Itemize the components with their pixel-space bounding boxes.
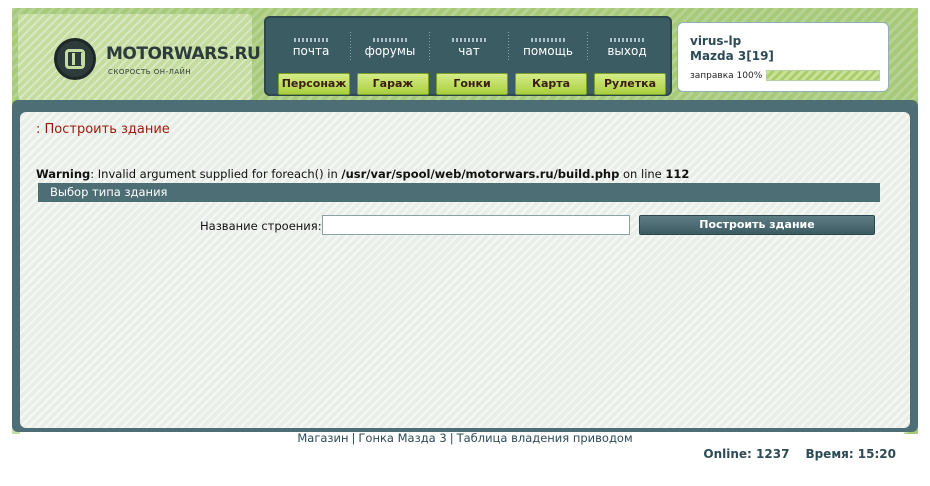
nav-logout-link[interactable]: выход xyxy=(588,22,666,66)
section-title: Выбор типа здания xyxy=(50,185,168,199)
nav-character-button[interactable]: Персонаж xyxy=(278,73,350,95)
page-frame: MOTORWARS.RU СКОРОСТЬ ОН-ЛАЙН почта фору… xyxy=(12,8,918,478)
main-content-frame: : Построить здание Warning: Invalid argu… xyxy=(12,100,918,432)
building-name-label: Название строения: xyxy=(200,219,322,233)
top-nav-links: почта форумы чат помощь выход xyxy=(272,22,664,66)
nav-help-link[interactable]: помощь xyxy=(509,22,587,66)
online-count: Online: 1237 xyxy=(703,447,790,461)
nav-garage-button[interactable]: Гараж xyxy=(357,73,429,95)
build-button[interactable]: Построить здание xyxy=(639,215,875,235)
user-name[interactable]: virus-lp xyxy=(690,34,741,48)
nav-races-button[interactable]: Гонки xyxy=(436,73,508,95)
nav-forums-link[interactable]: форумы xyxy=(351,22,429,66)
footer-link-shop[interactable]: Магазин xyxy=(297,431,348,445)
footer-separator: | xyxy=(351,431,356,445)
logo[interactable]: MOTORWARS.RU СКОРОСТЬ ОН-ЛАЙН xyxy=(18,14,261,100)
fuel-progress-fill xyxy=(767,71,879,80)
main-nav: почта форумы чат помощь выход Персонаж Г… xyxy=(264,16,672,96)
warning-prefix: Warning xyxy=(36,167,91,181)
fuel-label: заправка 100% xyxy=(690,71,763,81)
warning-online: on line xyxy=(619,167,666,181)
header: MOTORWARS.RU СКОРОСТЬ ОН-ЛАЙН почта фору… xyxy=(12,8,918,104)
user-car[interactable]: Mazda 3[19] xyxy=(690,49,774,63)
footer-separator: | xyxy=(449,431,454,445)
logo-emblem-icon xyxy=(54,38,96,80)
fuel-progress-bar xyxy=(766,70,880,81)
footer-link-mazda-race[interactable]: Гонка Мазда 3 xyxy=(358,431,446,445)
user-info-panel: virus-lp Mazda 3[19] заправка 100% xyxy=(677,22,889,92)
logo-title: MOTORWARS.RU xyxy=(106,44,261,64)
building-name-input[interactable] xyxy=(322,215,630,235)
footer-link-ownership-table[interactable]: Таблица владения приводом xyxy=(457,431,633,445)
warning-line: 112 xyxy=(665,167,690,181)
php-warning-message: Warning: Invalid argument supplied for f… xyxy=(36,167,689,181)
server-time: Время: 15:20 xyxy=(805,447,896,461)
nav-map-button[interactable]: Карта xyxy=(515,73,587,95)
footer-links: Магазин | Гонка Мазда 3 | Таблица владения п… xyxy=(12,431,918,445)
main-content: : Построить здание Warning: Invalid argu… xyxy=(20,112,910,428)
page-title: : Построить здание xyxy=(36,122,170,137)
warning-text: : Invalid argument supplied for foreach(… xyxy=(90,167,342,181)
nav-roulette-button[interactable]: Рулетка xyxy=(594,73,666,95)
nav-mail-link[interactable]: почта xyxy=(272,22,350,66)
logo-subtitle: СКОРОСТЬ ОН-ЛАЙН xyxy=(108,68,192,76)
warning-path: /usr/var/spool/web/motorwars.ru/build.ph… xyxy=(341,167,620,181)
site-stats: Online: 1237 Время: 15:20 xyxy=(687,447,896,461)
nav-chat-link[interactable]: чат xyxy=(430,22,508,66)
section-header: Выбор типа здания xyxy=(38,183,880,202)
